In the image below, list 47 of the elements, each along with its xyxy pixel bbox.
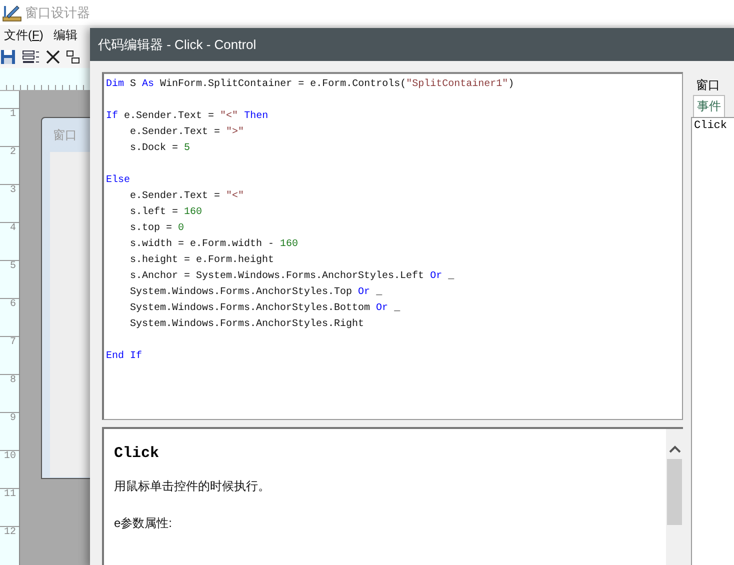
ruler-number: 3 <box>10 185 16 196</box>
panel-label: 窗口 <box>695 77 721 94</box>
code-line: e.Sender.Text = ">" <box>129 126 246 140</box>
code-line: s.height = e.Form.height <box>129 254 276 268</box>
code-editor[interactable] <box>102 72 683 420</box>
dialog-title: 代码编辑器 - Click - Control <box>98 36 256 54</box>
ruler-number: 7 <box>10 337 16 348</box>
scroll-up-icon[interactable] <box>668 445 680 453</box>
layout-icon[interactable] <box>66 50 80 64</box>
ruler-number: 9 <box>10 413 16 424</box>
scrollbar-thumb[interactable] <box>667 459 682 525</box>
delete-icon[interactable] <box>46 50 60 64</box>
scrollbar[interactable] <box>666 429 683 565</box>
ruler-number: 6 <box>10 299 16 310</box>
ruler-number: 1 <box>10 109 16 120</box>
help-text: e参数属性: <box>114 515 174 532</box>
code-line: System.Windows.Forms.AnchorStyles.Top Or _ <box>129 286 384 300</box>
save-icon[interactable] <box>0 48 16 64</box>
code-line: System.Windows.Forms.AnchorStyles.Right <box>129 318 366 332</box>
ruler-number: 4 <box>10 223 16 234</box>
list-icon[interactable] <box>22 48 40 64</box>
code-line: Dim S As WinForm.SplitContainer = e.Form.Controls("SplitContainer1") <box>106 78 516 92</box>
app-title: 窗口设计器 <box>25 4 90 22</box>
help-text: 用鼠标单击控件的时候执行。 <box>114 478 271 495</box>
code-line: s.Dock = 5 <box>129 142 192 156</box>
code-line: Else <box>106 174 132 188</box>
menu-item[interactable]: 文件(F) <box>4 26 44 44</box>
code-line: s.left = 160 <box>129 206 204 220</box>
ruler-number: 2 <box>10 147 16 158</box>
code-line: e.Sender.Text = "<" <box>129 190 246 204</box>
event-item[interactable]: Click <box>692 118 734 134</box>
code-line: s.top = 0 <box>129 222 186 236</box>
panel-tab[interactable]: 事件 <box>693 95 725 117</box>
ruler-number: 10 <box>4 451 16 462</box>
ruler-pencil-icon <box>2 4 22 22</box>
ruler-number: 11 <box>4 489 16 500</box>
menu-item[interactable]: 编辑 <box>53 26 78 44</box>
ruler-number: 12 <box>4 527 16 538</box>
code-line: s.width = e.Form.width - 160 <box>129 238 300 252</box>
ruler-number: 8 <box>10 375 16 386</box>
code-line: s.Anchor = System.Windows.Forms.AnchorStyles.Left Or _ <box>129 270 456 284</box>
code-line: System.Windows.Forms.AnchorStyles.Bottom Or _ <box>129 302 402 316</box>
form-title: 窗口 <box>53 128 77 142</box>
code-line: End If <box>106 350 144 364</box>
code-line: If e.Sender.Text = "<" Then <box>106 110 270 124</box>
help-heading: Click <box>114 445 160 462</box>
ruler-number: 5 <box>10 261 16 272</box>
